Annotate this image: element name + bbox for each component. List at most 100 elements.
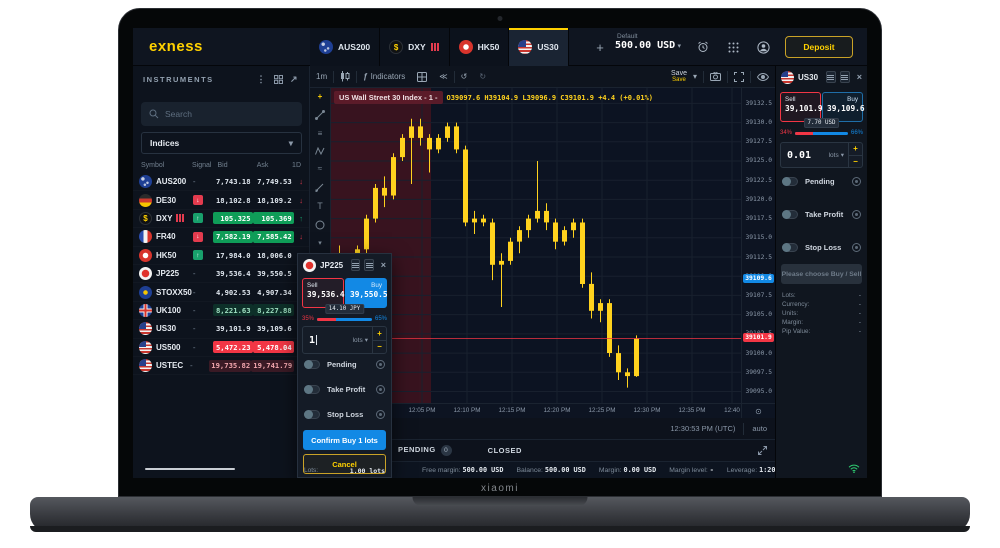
instrument-row-stoxx50[interactable]: STOXX50-4,902.534,907.34 <box>133 283 309 301</box>
fullscreen-icon[interactable] <box>728 72 750 82</box>
volume-input[interactable]: 1 lots▾ + − <box>302 326 387 354</box>
instrument-row-ustec[interactable]: USTEC-19,735.8219,741.79 <box>133 357 309 375</box>
ask-cell[interactable]: 8,227.88 <box>253 304 294 316</box>
popup-layout-1-icon[interactable] <box>351 259 360 271</box>
ask-cell[interactable]: 39,109.6 <box>253 323 294 335</box>
bid-cell[interactable]: 7,582.19 <box>213 231 252 243</box>
indicators-button[interactable]: ƒ Indicators <box>357 72 411 81</box>
layout-grid-icon[interactable] <box>274 75 283 84</box>
crosshair-icon[interactable]: + <box>318 92 323 101</box>
instrument-row-dxy[interactable]: DXY↑105.325105.369↑ <box>133 210 309 228</box>
info-icon[interactable] <box>852 177 861 186</box>
confirm-button-disabled[interactable]: Please choose Buy / Sell <box>781 264 862 284</box>
ask-cell[interactable]: 105.369 <box>253 212 294 224</box>
toggle-icon[interactable] <box>782 177 798 186</box>
auto-scale-button[interactable]: auto <box>752 424 767 433</box>
instrument-row-aus200[interactable]: AUS200-7,743.187,749.53↓ <box>133 173 309 191</box>
text-tool-icon[interactable]: T <box>317 201 323 211</box>
ask-cell[interactable]: 19,741.79 <box>251 360 294 372</box>
info-icon[interactable] <box>376 410 385 419</box>
confirm-buy-button[interactable]: Confirm Buy 1 lots <box>303 430 386 450</box>
ask-cell[interactable]: 39,550.5 <box>253 268 294 280</box>
instrument-row-us30[interactable]: US30-39,101.939,109.6 <box>133 320 309 338</box>
volume-plus-button[interactable]: + <box>373 327 386 341</box>
tab-hk50[interactable]: HK50 <box>450 28 510 66</box>
tab-pending[interactable]: PENDING0 <box>398 445 452 456</box>
take-profit-toggle[interactable]: Take Profit <box>304 382 385 396</box>
bid-cell[interactable]: 105.325 <box>213 212 252 224</box>
instrument-row-uk100[interactable]: UK100-8,221.638,227.88 <box>133 302 309 320</box>
exness-logo[interactable]: exness <box>149 38 203 55</box>
stop-loss-toggle[interactable]: Stop Loss <box>304 407 385 421</box>
ask-cell[interactable]: 4,907.34 <box>253 286 294 298</box>
info-icon[interactable] <box>376 385 385 394</box>
ask-cell[interactable]: 7,749.53 <box>253 176 294 188</box>
tab-closed[interactable]: CLOSED <box>488 446 522 455</box>
volume-minus-button[interactable]: − <box>373 341 386 354</box>
more-tools-icon[interactable]: ▾ <box>318 239 322 247</box>
axis-settings-icon[interactable]: ⊙ <box>741 403 775 418</box>
save-chevron-icon[interactable]: ▾ <box>687 72 703 81</box>
symbol-legend[interactable]: US Wall Street 30 Index - 1 - <box>334 91 443 104</box>
bid-cell[interactable]: 8,221.63 <box>213 304 252 316</box>
ask-cell[interactable]: 18,109.2 <box>253 194 294 206</box>
close-icon[interactable]: × <box>381 260 386 270</box>
panel-layout-1-icon[interactable] <box>826 71 836 83</box>
toggle-icon[interactable] <box>304 385 320 394</box>
volume-minus-button[interactable]: − <box>849 156 862 168</box>
close-icon[interactable]: × <box>857 72 862 82</box>
panel-layout-2-icon[interactable] <box>840 71 850 83</box>
pending-toggle[interactable]: Pending <box>304 357 385 371</box>
kebab-menu-icon[interactable]: ⋮ <box>256 74 267 85</box>
tab-us30[interactable]: US30 <box>509 28 568 66</box>
profile-icon[interactable] <box>755 39 771 55</box>
category-select[interactable]: Indices ▾ <box>141 132 302 154</box>
ask-cell[interactable]: 5,478.04 <box>253 341 294 353</box>
volume-plus-button[interactable]: + <box>849 143 862 156</box>
time-axis[interactable]: 12:05 PM12:10 PM12:15 PM12:20 PM12:25 PM… <box>331 403 741 418</box>
instrument-row-us500[interactable]: US500-5,472.235,478.04 <box>133 339 309 357</box>
undo-icon[interactable]: ↺ <box>455 72 474 81</box>
shapes-icon[interactable] <box>315 220 325 230</box>
bid-cell[interactable]: 39,101.9 <box>213 323 252 335</box>
price-axis[interactable]: 39132.539130.039127.539125.039122.539120… <box>741 88 775 403</box>
trendline-icon[interactable] <box>315 110 325 120</box>
bid-cell[interactable]: 19,735.82 <box>209 360 251 372</box>
replay-icon[interactable]: ≪ <box>433 72 453 81</box>
collapse-panel-icon[interactable]: ↗ <box>290 74 299 85</box>
bid-cell[interactable]: 18,102.8 <box>213 194 252 206</box>
redo-icon[interactable]: ↻ <box>473 72 492 81</box>
ask-cell[interactable]: 7,585.42 <box>253 231 294 243</box>
grid-layout-icon[interactable] <box>411 72 433 82</box>
bid-cell[interactable]: 4,902.53 <box>213 286 252 298</box>
instrument-row-fr40[interactable]: FR40↓7,582.197,585.42↓ <box>133 228 309 246</box>
toggle-icon[interactable] <box>304 360 320 369</box>
add-tab-button[interactable]: + <box>590 36 610 58</box>
camera-icon[interactable] <box>704 72 727 81</box>
clock-utc[interactable]: 12:30:53 PM (UTC) <box>670 424 735 433</box>
bid-cell[interactable]: 7,743.18 <box>213 176 252 188</box>
volume-input[interactable]: 0.01 lots▾ + − <box>780 142 863 168</box>
toggle-icon[interactable] <box>304 410 320 419</box>
chart-type-icon[interactable] <box>334 71 356 82</box>
search-box[interactable] <box>141 102 302 126</box>
instrument-row-de30[interactable]: DE30↓18,102.818,109.2↓ <box>133 191 309 209</box>
instrument-row-jp225[interactable]: JP225-39,536.439,550.5 <box>133 265 309 283</box>
toggle-icon[interactable] <box>782 210 798 219</box>
tab-aus200[interactable]: AUS200 <box>310 28 380 66</box>
save-button[interactable]: Save Save <box>671 70 687 83</box>
candlestick-plot[interactable]: US Wall Street 30 Index - 1 - O39097.6 H… <box>331 88 741 403</box>
chart-area[interactable]: US Wall Street 30 Index - 1 - O39097.6 H… <box>331 88 775 418</box>
horizontal-lines-icon[interactable]: ≡ <box>318 129 323 138</box>
scrollbar[interactable] <box>145 468 235 470</box>
elliott-wave-icon[interactable]: ≈ <box>318 164 322 173</box>
apps-grid-icon[interactable] <box>725 39 741 55</box>
pattern-icon[interactable] <box>315 147 325 155</box>
search-input[interactable] <box>165 109 275 119</box>
expand-panel-icon[interactable] <box>758 446 767 455</box>
popup-layout-2-icon[interactable] <box>364 259 373 271</box>
deposit-button[interactable]: Deposit <box>785 36 853 58</box>
info-icon[interactable] <box>376 360 385 369</box>
info-icon[interactable] <box>852 243 861 252</box>
alarm-icon[interactable] <box>695 39 711 55</box>
